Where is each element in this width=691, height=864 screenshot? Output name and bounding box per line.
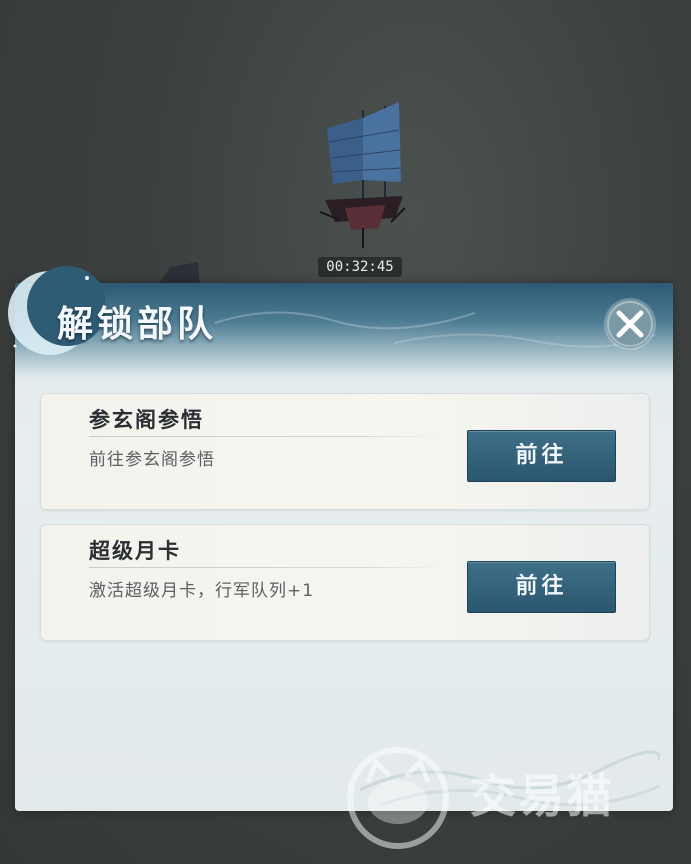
unlock-option-card: 参玄阁参悟 前往参玄阁参悟 前往: [40, 393, 650, 510]
close-x-icon: [607, 301, 653, 347]
ship-sprite[interactable]: [315, 100, 415, 250]
close-button[interactable]: [606, 300, 654, 348]
option-divider: [89, 567, 441, 568]
option-divider: [89, 436, 441, 437]
go-button[interactable]: 前往: [467, 561, 616, 613]
option-description: 前往参玄阁参悟: [89, 450, 215, 470]
option-title: 参玄阁参悟: [89, 408, 204, 432]
watermark-text: 交易猫: [470, 769, 614, 823]
march-timer: 00:32:45: [318, 257, 402, 277]
unlock-option-card: 超级月卡 激活超级月卡，行军队列+1 前往: [40, 524, 650, 641]
option-title: 超级月卡: [89, 539, 181, 563]
go-button[interactable]: 前往: [467, 430, 616, 482]
dialog-title: 解锁部队: [57, 303, 218, 345]
option-description: 激活超级月卡，行军队列+1: [89, 581, 315, 601]
